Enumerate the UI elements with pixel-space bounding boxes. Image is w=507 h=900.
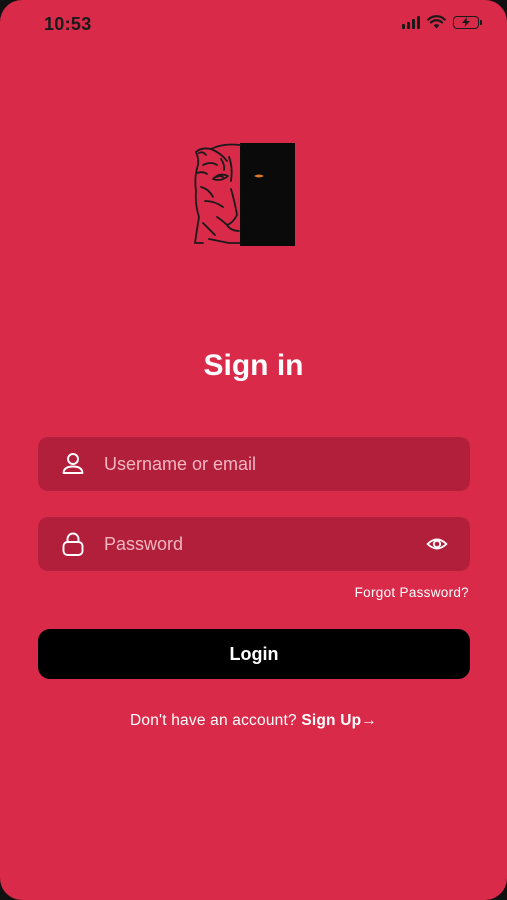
status-bar: 10:53 bbox=[0, 0, 507, 52]
username-input[interactable] bbox=[104, 437, 414, 491]
signup-link[interactable]: Sign Up→ bbox=[301, 712, 377, 729]
username-field[interactable] bbox=[38, 437, 470, 491]
status-time: 10:53 bbox=[44, 14, 92, 34]
page-title: Sign in bbox=[203, 349, 304, 382]
login-button[interactable]: Login bbox=[38, 629, 470, 679]
login-screen: 10:53 Sign in Username or email Forgot P… bbox=[0, 0, 507, 900]
password-field[interactable] bbox=[38, 517, 470, 571]
eye-icon[interactable] bbox=[426, 534, 448, 554]
tiger-logo bbox=[193, 143, 296, 247]
signup-link-label[interactable]: Sign Up bbox=[301, 712, 361, 729]
forgot-password-link[interactable]: Forgot Password? bbox=[355, 585, 469, 600]
signup-row: Don't have an account? Sign Up→ bbox=[0, 712, 507, 730]
wifi-icon bbox=[427, 15, 446, 29]
signup-prompt: Don't have an account? bbox=[130, 712, 302, 729]
cellular-signal-icon bbox=[402, 15, 420, 29]
battery-charging-icon bbox=[453, 15, 482, 29]
user-icon bbox=[62, 453, 84, 474]
lock-icon bbox=[62, 532, 84, 556]
password-input[interactable] bbox=[104, 517, 414, 571]
status-icons bbox=[402, 15, 482, 29]
arrow-right-icon[interactable]: → bbox=[361, 712, 377, 729]
